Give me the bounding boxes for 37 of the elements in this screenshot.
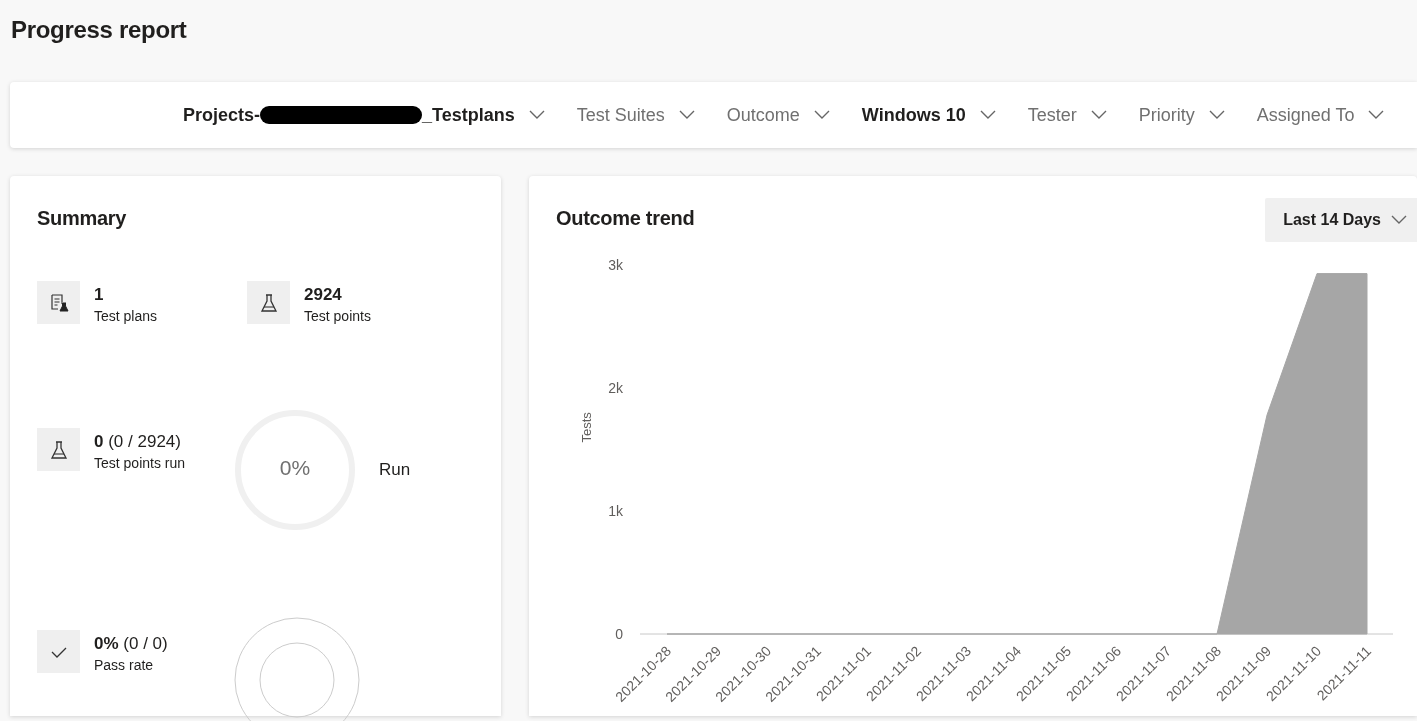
stat-label: Test plans — [94, 308, 158, 324]
y-axis-label: 0 — [615, 626, 623, 642]
chevron-down-icon — [1208, 110, 1225, 120]
stat-label: Pass rate — [94, 657, 155, 673]
ring-label: Run — [379, 460, 411, 480]
y-axis-label: 3k — [608, 257, 623, 273]
flask-icon — [258, 292, 279, 313]
chevron-down-icon — [528, 110, 545, 120]
filter-dropdown[interactable]: Projects- _Testplans — [167, 98, 561, 132]
y-axis-label: 1k — [608, 503, 623, 519]
chevron-down-icon — [813, 110, 830, 120]
chevron-down-icon — [678, 110, 695, 120]
chevron-down-icon — [979, 110, 996, 120]
stat-value: 0% (0 / 0) — [94, 634, 168, 654]
card-title: Outcome trend — [556, 206, 695, 231]
filter-dropdown[interactable]: Outcome — [710, 98, 846, 132]
chevron-down-icon — [1368, 110, 1385, 120]
y-axis-label: 2k — [608, 380, 623, 396]
chevron-down-icon — [1391, 215, 1407, 225]
filter-dropdown[interactable]: Windows 10 — [845, 98, 1012, 132]
document-flask-icon — [48, 292, 69, 313]
card-title: Summary — [37, 206, 128, 231]
flask-icon — [48, 439, 69, 460]
ring-percentage: 0% — [278, 456, 312, 480]
page-title: Progress report — [10, 15, 188, 45]
stat-label: Test points run — [94, 455, 186, 471]
stat-value: 2924 — [304, 285, 343, 305]
filter-dropdown[interactable]: Assigned To — [1240, 98, 1401, 132]
stat-value: 0 (0 / 2924) — [94, 432, 182, 452]
stat-value: 1 — [94, 285, 105, 305]
date-range-dropdown[interactable]: Last 14 Days — [1265, 198, 1417, 242]
filter-dropdown[interactable]: Test Suites — [560, 98, 711, 132]
filter-dropdown[interactable]: Priority — [1122, 98, 1241, 132]
chevron-down-icon — [1090, 110, 1107, 120]
y-axis-title: Tests — [579, 412, 594, 443]
stat-label: Test points — [304, 308, 371, 324]
filter-dropdown[interactable]: Tester — [1011, 98, 1123, 132]
